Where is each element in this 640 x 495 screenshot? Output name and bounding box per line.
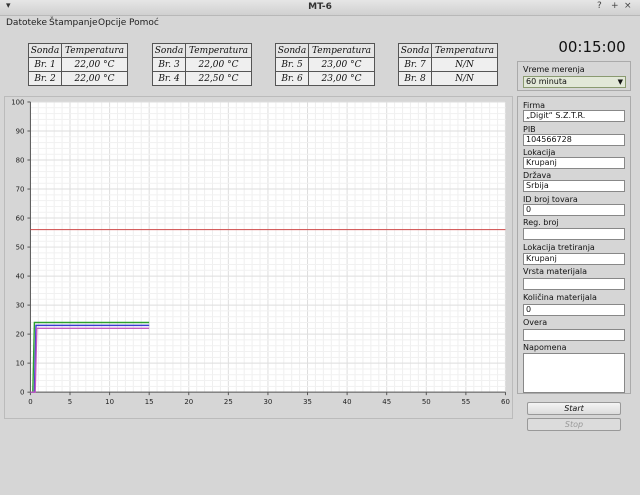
- measurement-time-group: Vreme merenja 60 minuta ▼: [517, 61, 631, 91]
- probe-table-1: Sonda Temperatura Br. 1 22,00 °C Br. 2 22,0…: [28, 43, 128, 86]
- y-tick-label: 90: [16, 127, 25, 135]
- reg-broj-input[interactable]: [523, 228, 625, 240]
- kolicina-materijala-input[interactable]: 0: [523, 304, 625, 316]
- menu-opcije[interactable]: Opcije: [98, 18, 126, 28]
- probe-header-sonda: Sonda: [275, 43, 309, 58]
- drzava-input[interactable]: Srbija: [523, 180, 625, 192]
- menu-stampanje[interactable]: Štampanje: [49, 18, 98, 28]
- probe-header-temperatura: Temperatura: [185, 43, 252, 58]
- pib-input[interactable]: 104566728: [523, 134, 625, 146]
- measurement-time-value: 60 minuta: [526, 77, 567, 86]
- y-tick-label: 50: [16, 244, 25, 252]
- measurement-time-select[interactable]: 60 minuta ▼: [523, 76, 626, 88]
- napomena-label: Napomena: [523, 343, 567, 352]
- probe-id: Br. 4: [152, 71, 186, 86]
- probe-header-sonda: Sonda: [152, 43, 186, 58]
- lokacija-tretiranja-input[interactable]: Krupanj: [523, 253, 625, 265]
- overa-label: Overa: [523, 318, 548, 327]
- window-title: MT-6: [308, 2, 332, 12]
- firma-input[interactable]: „Digit“ S.Z.T.R.: [523, 110, 625, 122]
- timer-display: 00:15:00: [558, 38, 626, 56]
- y-tick-label: 70: [16, 186, 25, 194]
- probe-id: Br. 3: [152, 57, 186, 72]
- close-icon[interactable]: ×: [624, 1, 632, 11]
- y-tick-label: 40: [16, 273, 25, 281]
- x-tick-label: 60: [501, 398, 510, 406]
- probe-id: Br. 1: [28, 57, 62, 72]
- probe-temp: 23,00 °C: [308, 57, 375, 72]
- help-icon[interactable]: ?: [597, 1, 602, 11]
- y-tick-label: 60: [16, 215, 25, 223]
- x-tick-label: 10: [105, 398, 114, 406]
- menu-bar: Datoteke Štampanje Opcije Pomoć: [0, 16, 640, 31]
- x-tick-label: 0: [28, 398, 32, 406]
- kolicina-materijala-label: Količina materijala: [523, 293, 597, 302]
- x-tick-label: 30: [264, 398, 273, 406]
- y-tick-label: 10: [16, 360, 25, 368]
- lokacija-label: Lokacija: [523, 148, 556, 157]
- start-button[interactable]: Start: [527, 402, 621, 415]
- probe-header-temperatura: Temperatura: [61, 43, 128, 58]
- probe-temp: 22,00 °C: [185, 57, 252, 72]
- pib-label: PIB: [523, 125, 536, 134]
- y-tick-label: 20: [16, 331, 25, 339]
- x-tick-label: 45: [382, 398, 391, 406]
- x-tick-label: 55: [461, 398, 470, 406]
- y-tick-label: 80: [16, 156, 25, 164]
- maximize-icon[interactable]: +: [611, 1, 619, 11]
- probe-id: Br. 7: [398, 57, 432, 72]
- probe-header-temperatura: Temperatura: [431, 43, 498, 58]
- probe-table-4: Sonda Temperatura Br. 7 N/N Br. 8 N/N: [398, 43, 498, 86]
- id-broj-tovara-input[interactable]: 0: [523, 204, 625, 216]
- probe-id: Br. 6: [275, 71, 309, 86]
- x-tick-label: 50: [422, 398, 431, 406]
- probe-id: Br. 2: [28, 71, 62, 86]
- x-tick-label: 15: [145, 398, 154, 406]
- id-broj-tovara-label: ID broj tovara: [523, 195, 578, 204]
- y-tick-label: 100: [11, 98, 24, 106]
- napomena-textarea[interactable]: [523, 353, 625, 393]
- overa-input[interactable]: [523, 329, 625, 341]
- probe-header-sonda: Sonda: [398, 43, 432, 58]
- temperature-chart: 0 5 10 15 20 25 30 35 40 45 50 55 60 0 10 20 30 40 50 60 70 8…: [4, 96, 513, 419]
- reg-broj-label: Reg. broj: [523, 218, 559, 227]
- x-tick-label: 5: [68, 398, 72, 406]
- stop-button[interactable]: Stop: [527, 418, 621, 431]
- probe-temp: N/N: [431, 57, 498, 72]
- firma-label: Firma: [523, 101, 546, 110]
- probe-temp: 22,50 °C: [185, 71, 252, 86]
- drzava-label: Država: [523, 171, 552, 180]
- lokacija-input[interactable]: Krupanj: [523, 157, 625, 169]
- probe-header-sonda: Sonda: [28, 43, 62, 58]
- measurement-time-label: Vreme merenja: [523, 65, 585, 74]
- probe-temp: 22,00 °C: [61, 57, 128, 72]
- x-tick-label: 35: [303, 398, 312, 406]
- probe-table-3: Sonda Temperatura Br. 5 23,00 °C Br. 6 23,0…: [275, 43, 375, 86]
- menu-datoteke[interactable]: Datoteke: [6, 18, 47, 28]
- info-form: Firma „Digit“ S.Z.T.R. PIB 104566728 Lok…: [517, 96, 631, 394]
- probe-temp: 23,00 °C: [308, 71, 375, 86]
- probe-id: Br. 5: [275, 57, 309, 72]
- chevron-down-icon: ▼: [617, 78, 623, 86]
- probe-temp: N/N: [431, 71, 498, 86]
- x-tick-label: 20: [184, 398, 193, 406]
- lokacija-tretiranja-label: Lokacija tretiranja: [523, 243, 595, 252]
- y-tick-label: 30: [16, 302, 25, 310]
- y-tick-label: 0: [20, 389, 24, 397]
- probe-header-temperatura: Temperatura: [308, 43, 375, 58]
- probe-table-2: Sonda Temperatura Br. 3 22,00 °C Br. 4 22,5…: [152, 43, 252, 86]
- menu-pomoc[interactable]: Pomoć: [129, 18, 159, 28]
- x-tick-label: 40: [343, 398, 352, 406]
- probe-temp: 22,00 °C: [61, 71, 128, 86]
- probe-id: Br. 8: [398, 71, 432, 86]
- vrsta-materijala-label: Vrsta materijala: [523, 267, 588, 276]
- x-tick-label: 25: [224, 398, 233, 406]
- vrsta-materijala-input[interactable]: [523, 278, 625, 290]
- title-bar: ▾ MT-6 ? + ×: [0, 0, 640, 16]
